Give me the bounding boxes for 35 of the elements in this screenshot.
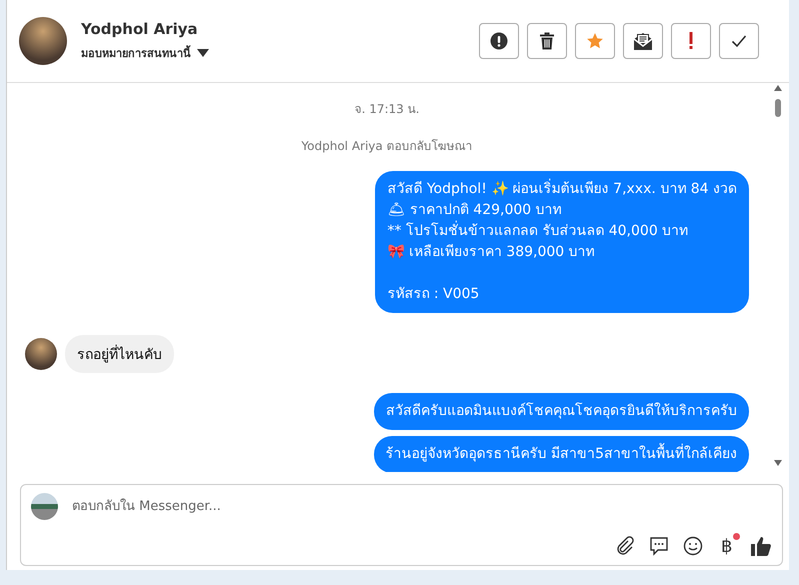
saved-replies-button[interactable]: [649, 536, 669, 556]
sent-message: ร้านอยู่จังหวัดอุดรธานีครับ มีสาขา5สาขาในพื้นที่ใกล้เคียง: [374, 436, 749, 472]
emoji-button[interactable]: [683, 536, 703, 556]
smiley-icon: [683, 536, 703, 556]
star-icon: [586, 32, 604, 50]
page-photo-placeholder: [31, 493, 58, 520]
thumbs-up-icon: [750, 535, 772, 557]
attach-button[interactable]: [615, 536, 635, 556]
context-note: Yodphol Ariya ตอบกลับโฆษณา: [301, 138, 473, 155]
trash-icon: [539, 32, 555, 50]
sender-photo-placeholder: [25, 338, 57, 370]
envelope-icon: [633, 31, 653, 51]
sent-message: สวัสดี Yodphol! ✨ ผ่อนเริ่มต้นเพียง 7,xxx. บาท 84 งวด 🛎 ราคาปกติ 429,000 บาท ** โปรโมชั่นข้าวแลกลด รับส่วนลด 40,000 บาท 🎀 เหลือเพียงราคา 389,000 บาท รหัสรถ : V005: [375, 171, 749, 313]
profile-photo-placeholder: [19, 17, 67, 65]
sent-message: สวัสดีครับแอดมินแบงค์โชคคุณโชคอุดรยินดีให้บริการครับ: [374, 393, 749, 430]
report-button[interactable]: [479, 23, 519, 59]
contact-name: Yodphol Ariya: [81, 20, 199, 38]
timestamp: จ. 17:13 น.: [354, 101, 420, 118]
star-button[interactable]: [575, 23, 615, 59]
assign-conversation-link[interactable]: มอบหมายการสนทนานี้: [81, 44, 191, 62]
delete-button[interactable]: [527, 23, 567, 59]
checkmark-icon: [731, 34, 747, 48]
alert-icon: [490, 32, 508, 50]
like-button[interactable]: [750, 535, 772, 557]
chat-bubble-icon: [649, 536, 669, 556]
scroll-down-icon[interactable]: [774, 460, 782, 466]
important-button[interactable]: [671, 23, 711, 59]
exclamation-icon: [688, 32, 694, 50]
scrollbar-thumb[interactable]: [775, 99, 781, 117]
caret-icon[interactable]: [197, 49, 209, 57]
received-message: รถอยู่ที่ไหนคับ: [65, 335, 174, 373]
done-button[interactable]: [719, 23, 759, 59]
scroll-up-icon[interactable]: [774, 85, 782, 91]
paperclip-icon: [615, 536, 635, 556]
mark-unread-button[interactable]: [623, 23, 663, 59]
